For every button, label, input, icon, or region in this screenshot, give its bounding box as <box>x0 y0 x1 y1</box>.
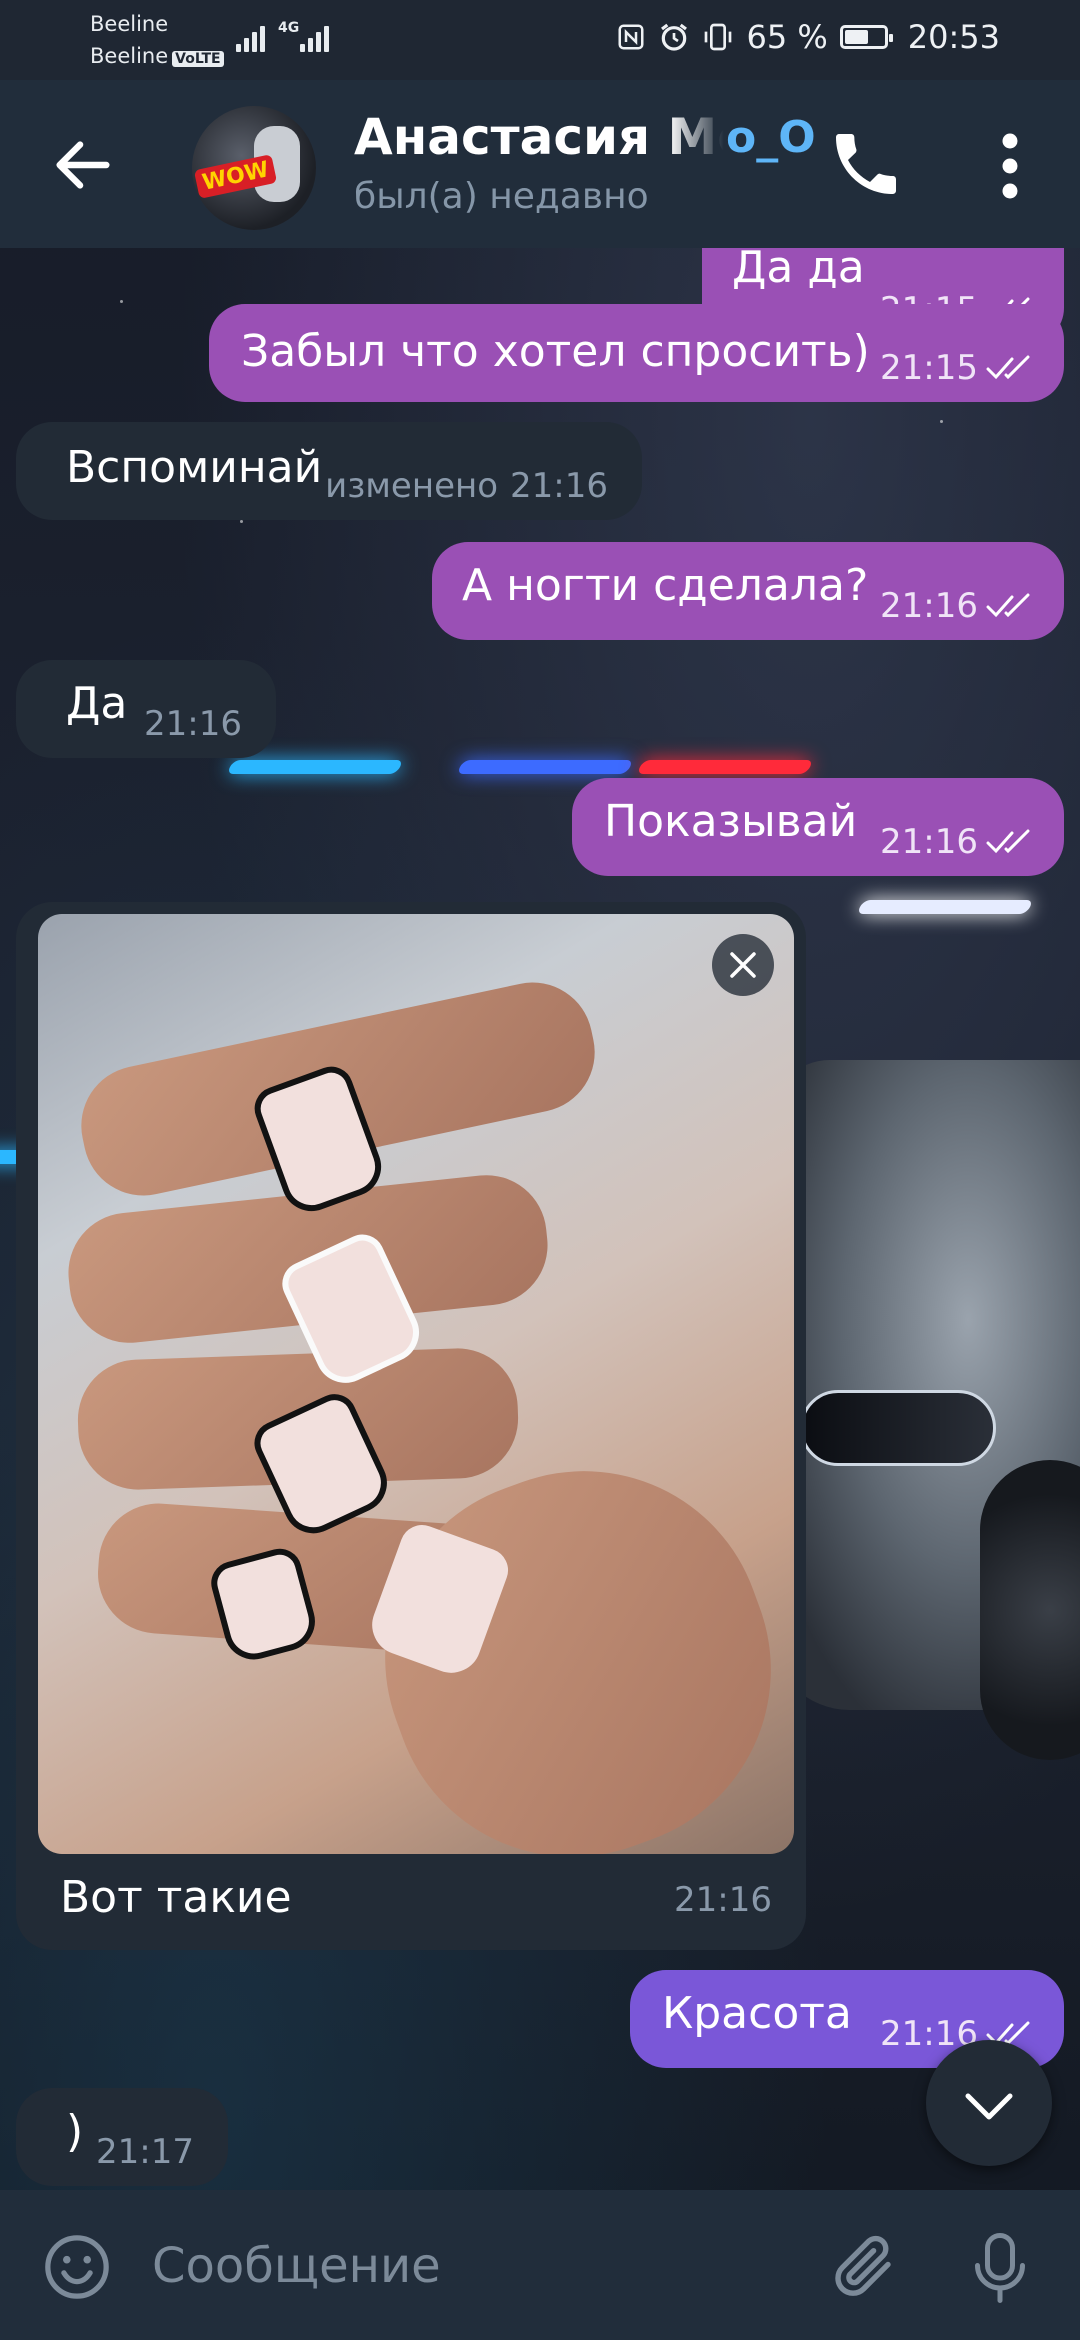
message-bubble[interactable]: Показывай 21:16 <box>572 778 1064 876</box>
message-text: Забыл что хотел спросить) <box>241 326 870 377</box>
close-icon[interactable] <box>712 934 774 996</box>
message-time: 21:17 <box>96 2132 194 2172</box>
photo-caption: Вот такие <box>60 1872 292 1923</box>
contact-status: был(а) недавно <box>354 176 649 217</box>
clock: 20:53 <box>907 18 1000 56</box>
message-time: 21:16 <box>144 704 242 744</box>
alarm-icon <box>661 23 688 51</box>
message-text: Вспоминай <box>66 442 323 493</box>
message-bubble[interactable]: ) 21:17 <box>16 2088 228 2186</box>
scroll-down-button[interactable] <box>926 2040 1052 2166</box>
message-meta: 21:17 <box>96 2132 194 2172</box>
more-vertical-icon[interactable] <box>980 126 1040 206</box>
chat-header: WOW Анастасия Ме o_O был(а) недавно <box>0 80 1080 248</box>
message-text: ) <box>66 2106 84 2157</box>
volte-badge: VoLTE <box>172 51 224 67</box>
status-bar: Beeline Beeline VoLTE 4G 65 % 20:53 <box>0 0 1080 80</box>
carrier-1: Beeline <box>90 12 169 36</box>
signal-icon-2 <box>300 20 329 52</box>
message-bubble[interactable]: Вспоминай изменено 21:16 <box>16 422 642 520</box>
message-time: 21:16 <box>880 586 978 626</box>
photo-message[interactable]: Вот такие 21:16 <box>16 902 806 1950</box>
message-list[interactable]: Да да 21:15 Забыл что хотел спросить) 21… <box>0 248 1080 2190</box>
nfc-icon <box>618 24 644 50</box>
message-meta: 21:15 <box>880 348 1036 388</box>
edited-label: изменено <box>325 466 499 506</box>
message-time: 21:16 <box>880 822 978 862</box>
network-type: 4G <box>278 20 300 36</box>
message-meta: изменено 21:16 <box>325 466 608 506</box>
smile-icon[interactable] <box>42 2232 112 2302</box>
message-text: Красота <box>662 1988 852 2039</box>
message-composer <box>0 2190 1080 2340</box>
double-check-icon <box>986 593 1030 618</box>
phone-icon[interactable] <box>826 124 906 204</box>
paperclip-icon[interactable] <box>828 2230 900 2302</box>
message-meta: 21:16 <box>144 704 242 744</box>
message-text: Да да <box>732 248 865 293</box>
message-meta: 21:16 <box>880 586 1036 626</box>
message-time: 21:16 <box>510 466 608 506</box>
message-meta: 21:16 <box>880 822 1036 862</box>
contact-name[interactable]: Анастасия Ме <box>354 108 724 166</box>
photo-nails[interactable] <box>38 914 794 1854</box>
contact-name-emoji: o_O <box>726 112 816 163</box>
message-text: Да <box>66 678 128 729</box>
message-bubble[interactable]: Да 21:16 <box>16 660 276 758</box>
message-time: 21:16 <box>674 1880 772 1920</box>
message-time: 21:15 <box>880 348 978 388</box>
carrier-2-label: Beeline <box>90 44 169 68</box>
vibrate-icon <box>705 23 732 51</box>
message-bubble[interactable]: А ногти сделала? 21:16 <box>432 542 1064 640</box>
double-check-icon <box>986 355 1030 380</box>
message-text: А ногти сделала? <box>462 560 869 611</box>
message-text: Показывай <box>604 796 858 847</box>
chevron-down-icon <box>965 2093 1013 2120</box>
message-bubble[interactable]: Забыл что хотел спросить) 21:15 <box>209 304 1064 402</box>
carrier-2: Beeline VoLTE <box>90 44 224 68</box>
message-input[interactable] <box>150 2230 754 2302</box>
double-check-icon <box>986 829 1030 854</box>
signal-icon <box>236 20 265 52</box>
battery-icon <box>839 25 893 49</box>
status-icons: 65 % 20:53 <box>616 18 1000 56</box>
microphone-icon[interactable] <box>970 2230 1030 2306</box>
avatar[interactable]: WOW <box>192 106 316 230</box>
back-arrow-icon[interactable] <box>48 130 118 200</box>
battery-percent: 65 % <box>746 18 828 56</box>
